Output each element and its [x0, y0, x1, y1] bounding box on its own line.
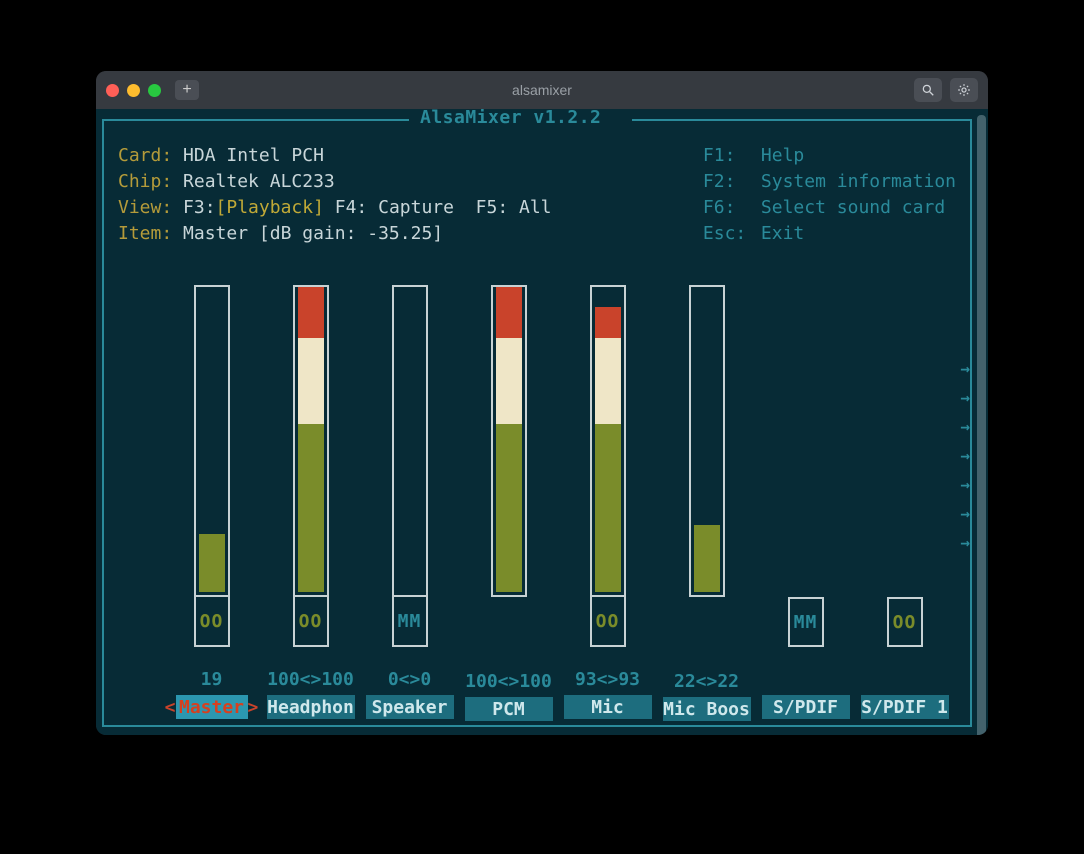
- terminal-window: + alsamixer AlsaMixer v1.2.2 Card: HDA I…: [96, 71, 988, 735]
- key-row: F2:System information: [703, 169, 956, 195]
- mute-state: OO: [299, 611, 323, 632]
- channel[interactable]: 22<>22Mic Boos: [657, 285, 756, 725]
- new-tab-button[interactable]: +: [175, 80, 199, 100]
- key-row: F6:Select sound card: [703, 195, 956, 221]
- zoom-icon[interactable]: [148, 84, 161, 97]
- key-row: F1:Help: [703, 143, 956, 169]
- mute-state: OO: [596, 611, 620, 632]
- mute-box[interactable]: MM: [392, 597, 428, 647]
- channel-level: 0<>0: [388, 669, 431, 693]
- arrow-right-icon: →: [960, 417, 970, 436]
- chip-value: Realtek ALC233: [183, 169, 335, 195]
- channel-name[interactable]: S/PDIF: [762, 695, 850, 719]
- volume-bar[interactable]: [491, 285, 527, 597]
- channel[interactable]: 100<>100PCM: [459, 285, 558, 725]
- view-rest: F4: Capture F5: All: [324, 195, 552, 221]
- volume-bar[interactable]: [194, 285, 230, 597]
- window-controls: [106, 84, 161, 97]
- channel[interactable]: OO 19 < Master >: [162, 285, 261, 725]
- channel-name[interactable]: Headphon: [267, 695, 355, 719]
- key-row: Esc:Exit: [703, 221, 956, 247]
- channel-level: 100<>100: [267, 669, 354, 693]
- arrow-right-icon: →: [960, 533, 970, 552]
- channels[interactable]: OO19< Master >OO100<>100HeadphonMM0<>0Sp…: [162, 285, 956, 725]
- settings-button[interactable]: [950, 78, 978, 102]
- item-value: Master [dB gain: -35.25]: [183, 221, 443, 247]
- volume-bar[interactable]: [392, 285, 428, 597]
- arrow-right-icon: →: [960, 359, 970, 378]
- scrollbar[interactable]: [977, 115, 986, 735]
- view-f3: F3:: [183, 195, 216, 221]
- mute-state: OO: [200, 611, 224, 632]
- search-button[interactable]: [914, 78, 942, 102]
- channel[interactable]: OO 93<>93Mic: [558, 285, 657, 725]
- scroll-right-icon: >: [248, 697, 259, 718]
- mute-box[interactable]: OO: [194, 597, 230, 647]
- titlebar: + alsamixer: [96, 71, 988, 109]
- channel[interactable]: OO S/PDIF 1: [855, 285, 954, 725]
- arrow-right-icon: →: [960, 475, 970, 494]
- item-label: Item:: [118, 221, 183, 247]
- arrow-right-icon: →: [960, 388, 970, 407]
- channel[interactable]: MM 0<>0Speaker: [360, 285, 459, 725]
- mute-box[interactable]: OO: [293, 597, 329, 647]
- titlebar-actions: [914, 78, 978, 102]
- volume-bar[interactable]: [590, 285, 626, 597]
- close-icon[interactable]: [106, 84, 119, 97]
- app-title: AlsaMixer v1.2.2: [414, 109, 607, 128]
- gear-icon: [957, 83, 971, 97]
- help-keys: F1:Help F2:System information F6:Select …: [703, 143, 956, 247]
- view-label: View:: [118, 195, 183, 221]
- mute-box[interactable]: OO: [887, 597, 923, 647]
- channel-level: 19: [201, 669, 223, 693]
- channel-name[interactable]: Mic: [564, 695, 652, 719]
- mute-box[interactable]: MM: [788, 597, 824, 647]
- channel-level: 100<>100: [465, 671, 552, 695]
- alsamixer-frame: AlsaMixer v1.2.2 Card: HDA Intel PCH Chi…: [102, 119, 972, 727]
- chip-label: Chip:: [118, 169, 183, 195]
- channel-name[interactable]: PCM: [465, 697, 553, 721]
- channel-name[interactable]: S/PDIF 1: [861, 695, 949, 719]
- mute-state: MM: [794, 612, 818, 633]
- arrow-right-icon: →: [960, 446, 970, 465]
- minimize-icon[interactable]: [127, 84, 140, 97]
- volume-bar[interactable]: [293, 285, 329, 597]
- scroll-left-icon: <: [165, 697, 176, 718]
- channel[interactable]: MM S/PDIF: [756, 285, 855, 725]
- scroll-arrows: → → → → → → →: [960, 359, 970, 552]
- mute-box[interactable]: OO: [590, 597, 626, 647]
- channel[interactable]: OO 100<>100Headphon: [261, 285, 360, 725]
- window-title: alsamixer: [96, 82, 988, 98]
- search-icon: [921, 83, 935, 97]
- card-value: HDA Intel PCH: [183, 143, 324, 169]
- channel-level: 93<>93: [575, 669, 640, 693]
- view-playback: [Playback]: [216, 195, 324, 221]
- mute-state: MM: [398, 611, 422, 632]
- volume-bar[interactable]: [689, 285, 725, 597]
- card-label: Card:: [118, 143, 183, 169]
- mute-state: OO: [893, 612, 917, 633]
- channel-name[interactable]: Mic Boos: [663, 697, 751, 721]
- channel-name[interactable]: Speaker: [366, 695, 454, 719]
- arrow-right-icon: →: [960, 504, 970, 523]
- channel-level: 22<>22: [674, 671, 739, 695]
- terminal-content[interactable]: AlsaMixer v1.2.2 Card: HDA Intel PCH Chi…: [96, 109, 988, 735]
- channel-name[interactable]: Master: [176, 695, 248, 719]
